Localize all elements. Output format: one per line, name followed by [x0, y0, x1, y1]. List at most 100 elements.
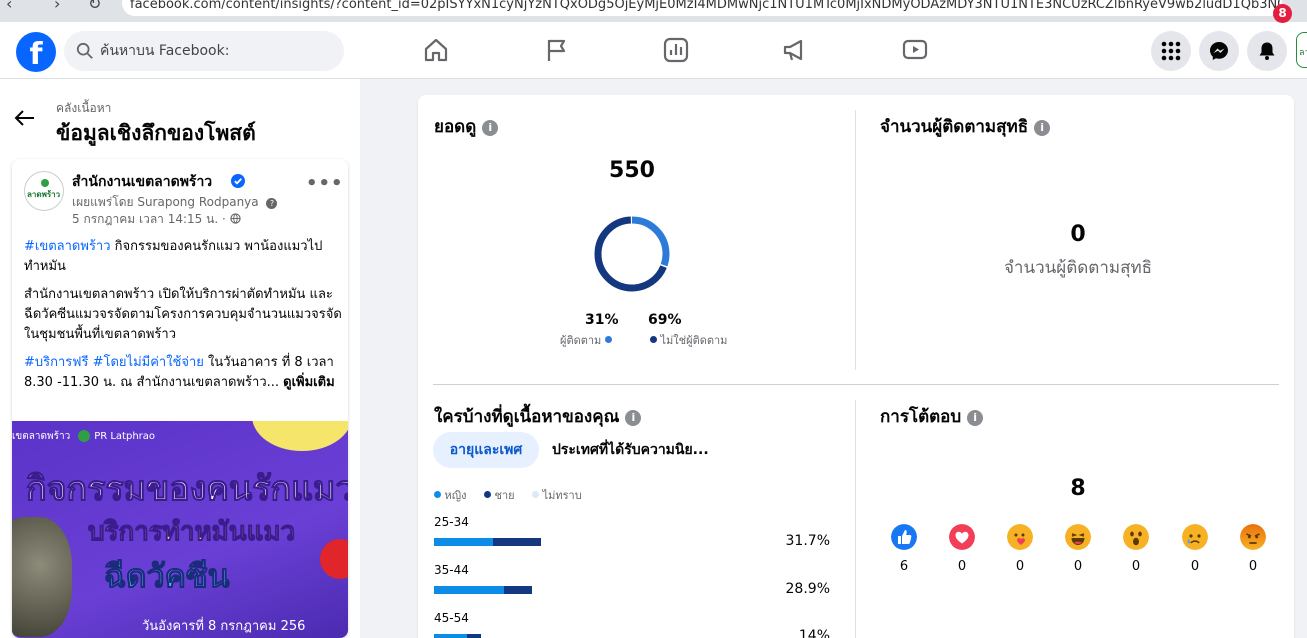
menu-button[interactable]	[1151, 31, 1191, 71]
vertical-divider	[855, 400, 856, 638]
ads-megaphone-icon[interactable]	[781, 36, 809, 64]
net-followers-title-text: จำนวนผู้ติดตามสุทธิ	[880, 117, 1029, 137]
care-count: 0	[1015, 559, 1025, 574]
breadcrumb[interactable]: คลังเนื้อหา	[56, 99, 111, 118]
non-followers-legend-dot	[650, 336, 657, 343]
info-icon[interactable]: i	[967, 410, 984, 426]
views-donut-chart	[594, 216, 670, 292]
post-date: 5 กรกฎาคม เวลา 14:15 น. ·	[72, 210, 241, 229]
non-followers-percent: 69%	[648, 312, 682, 328]
home-icon[interactable]	[422, 36, 450, 64]
image-pr-text: PR Latphrao	[94, 431, 156, 442]
net-followers-section-title: จำนวนผู้ติดตามสุทธิ i	[880, 113, 1051, 140]
search-input[interactable]	[100, 31, 330, 71]
search-icon	[76, 42, 93, 59]
page-name[interactable]: สำนักงานเขตลาดพร้าว	[72, 171, 212, 193]
see-more-link[interactable]: ดูเพิ่มเติม	[283, 375, 334, 390]
age-percent-45-54: 14%	[798, 628, 830, 638]
sad-count: 0	[1190, 559, 1200, 574]
page-title: ข้อมูลเชิงลึกของโพสต์	[56, 121, 256, 145]
vertical-divider	[855, 110, 856, 370]
followers-percent: 31%	[585, 312, 619, 328]
help-icon[interactable]: ?	[266, 198, 278, 209]
notifications-badge: 8	[1273, 4, 1292, 23]
browser-toolbar: ‹ › ↻ facebook.com/content/insights/?con…	[0, 0, 1307, 22]
interactions-total: 8	[1070, 476, 1086, 501]
tab-top-countries[interactable]: ประเทศที่ได้รับความนิย...	[552, 432, 709, 468]
bell-icon	[1259, 42, 1275, 60]
non-followers-legend: ไม่ใช่ผู้ติดตาม	[650, 331, 727, 349]
hashtag-link[interactable]: #เขตลาดพร้าว	[24, 239, 111, 254]
audience-legend: หญิง ชาย ไม่ทราบ	[434, 486, 596, 504]
legend-female-dot	[434, 491, 441, 498]
info-icon[interactable]: i	[1034, 120, 1051, 136]
interactions-title-text: การโต้ตอบ	[880, 407, 962, 427]
legend-male: ชาย	[484, 489, 515, 502]
hashtag-link[interactable]: #บริการฟรี #โดยไม่มีค่าใช้จ่าย	[24, 355, 204, 370]
insights-chart-icon[interactable]	[662, 36, 690, 64]
post-date-text[interactable]: 5 กรกฎาคม เวลา 14:15 น. ·	[72, 212, 226, 226]
post-image[interactable]: เขตลาดพร้าว PR Latphrao กิจกรรมของคนรักแม…	[12, 421, 348, 638]
left-panel: คลังเนื้อหา ข้อมูลเชิงลึกของโพสต์ ลาดพร้…	[0, 79, 360, 638]
legend-unknown: ไม่ทราบ	[532, 489, 582, 502]
wow-count: 0	[1131, 559, 1141, 574]
age-label-25-34: 25-34	[434, 515, 469, 529]
legend-unknown-text: ไม่ทราบ	[542, 489, 582, 502]
post-paragraph-2: สำนักงานเขตลาดพร้าว เปิดให้บริการผ่าตัดท…	[24, 287, 342, 342]
globe-icon	[229, 213, 241, 224]
legend-male-dot	[484, 491, 491, 498]
female-segment	[434, 634, 468, 638]
facebook-logo[interactable]: f	[16, 32, 56, 72]
age-label-45-54: 45-54	[434, 611, 469, 625]
female-segment	[434, 586, 505, 594]
browser-back-icon[interactable]: ‹	[6, 0, 12, 13]
legend-female-text: หญิง	[444, 489, 467, 502]
info-icon[interactable]: i	[482, 120, 499, 136]
non-followers-legend-text: ไม่ใช่ผู้ติดตาม	[660, 334, 728, 347]
followers-legend: ผู้ติดตาม	[560, 331, 612, 349]
back-arrow-icon[interactable]	[14, 107, 36, 129]
followers-legend-dot	[604, 336, 612, 343]
love-reaction-icon	[949, 524, 975, 550]
browser-url-field[interactable]: facebook.com/content/insights/?content_i…	[122, 0, 1282, 16]
tab-age-gender[interactable]: อายุและเพศ	[433, 432, 539, 468]
image-header: เขตลาดพร้าว PR Latphrao	[12, 429, 155, 444]
video-icon[interactable]	[901, 36, 929, 64]
male-segment	[504, 586, 532, 594]
love-count: 0	[957, 559, 967, 574]
verified-badge-icon	[231, 174, 245, 188]
legend-male-text: ชาย	[494, 489, 515, 502]
image-red-circle	[320, 539, 348, 579]
avatar-text: ลาดพร้าว	[27, 190, 61, 199]
age-label-35-44: 35-44	[434, 563, 469, 577]
pages-flag-icon[interactable]	[543, 36, 571, 64]
post-paragraph-3: #บริการฟรี #โดยไม่มีค่าใช้จ่าย ในวันอาคา…	[24, 353, 342, 393]
image-headline: กิจกรรมของคนรักแมว	[26, 469, 348, 510]
views-title-text: ยอดดู	[434, 117, 477, 137]
page-avatar[interactable]: ลาดพร้าว	[24, 171, 64, 211]
browser-reload-icon[interactable]: ↻	[88, 0, 101, 13]
grid-menu-icon	[1161, 41, 1181, 61]
haha-reaction-icon	[1065, 524, 1091, 550]
like-count: 6	[899, 559, 909, 574]
age-bar-45-54	[434, 634, 482, 638]
pr-logo-icon	[78, 430, 91, 442]
post-paragraph-1: #เขตลาดพร้าว กิจกรรมของคนรักแมว พาน้องแม…	[24, 237, 342, 277]
messenger-button[interactable]	[1199, 31, 1239, 71]
notifications-button[interactable]	[1247, 31, 1287, 71]
legend-unknown-dot	[532, 491, 540, 498]
net-followers-label: จำนวนผู้ติดตามสุทธิ	[1003, 258, 1153, 278]
info-icon[interactable]: i	[625, 410, 642, 426]
horizontal-divider	[433, 384, 1279, 385]
legend-female: หญิง	[434, 489, 467, 502]
cat-photo-shape	[12, 517, 72, 637]
like-reaction-icon	[891, 524, 917, 550]
female-segment	[434, 538, 493, 546]
image-subheadline-2: ฉีดวัคซีน	[104, 557, 231, 596]
audience-section-title: ใครบ้างที่ดูเนื้อหาของคุณ i	[434, 403, 642, 430]
post-preview-card: ลาดพร้าว สำนักงานเขตลาดพร้าว ••• เผยแพร่…	[12, 159, 348, 638]
messenger-icon	[1210, 42, 1228, 60]
post-more-options-icon[interactable]: •••	[306, 173, 344, 194]
browser-forward-icon[interactable]: ›	[54, 0, 60, 13]
profile-avatar[interactable]: ลาด	[1296, 32, 1307, 68]
